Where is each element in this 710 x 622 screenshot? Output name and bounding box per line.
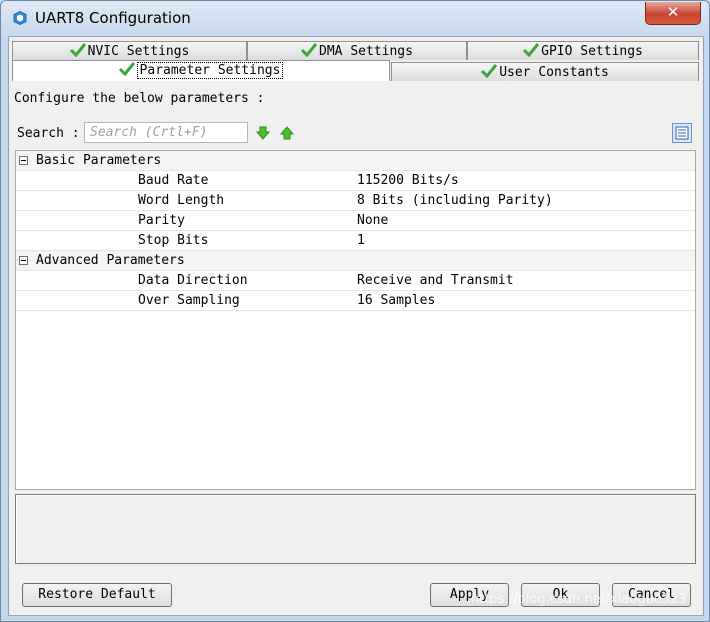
check-icon [523, 43, 540, 57]
restore-default-button[interactable]: Restore Default [22, 583, 172, 607]
table-row[interactable]: Data Direction Receive and Transmit [16, 271, 695, 291]
window-title: UART8 Configuration [35, 9, 191, 27]
list-view-icon [675, 126, 689, 140]
instruction-text: Configure the below parameters : [14, 91, 265, 106]
tab-gpio-settings[interactable]: GPIO Settings [467, 41, 699, 60]
tab-label: User Constants [499, 65, 609, 80]
param-value[interactable]: Receive and Transmit [357, 271, 514, 290]
list-view-button[interactable] [672, 123, 692, 143]
dialog-window: UART8 Configuration ✕ NVIC Settings DMA … [0, 0, 710, 622]
group-label: Advanced Parameters [36, 253, 185, 268]
tab-label: NVIC Settings [87, 44, 190, 59]
arrow-up-icon[interactable] [280, 126, 294, 140]
parameter-table: Basic Parameters Baud Rate 115200 Bits/s… [15, 150, 696, 490]
tab-label: DMA Settings [319, 44, 413, 59]
check-icon [301, 43, 318, 57]
check-icon [481, 64, 498, 78]
check-icon [118, 62, 135, 76]
arrow-down-icon[interactable] [256, 126, 270, 140]
param-value[interactable]: 16 Samples [357, 291, 435, 310]
param-value[interactable]: None [357, 211, 388, 230]
param-value[interactable]: 1 [357, 231, 365, 250]
group-label: Basic Parameters [36, 153, 162, 168]
tab-user-constants[interactable]: User Constants [391, 62, 699, 81]
param-name: Over Sampling [138, 293, 240, 308]
app-cube-icon [13, 11, 27, 25]
search-label: Search : [17, 126, 80, 141]
tab-dma-settings[interactable]: DMA Settings [247, 41, 467, 60]
param-name: Data Direction [138, 273, 248, 288]
table-row[interactable]: Stop Bits 1 [16, 231, 695, 251]
param-name: Word Length [138, 193, 225, 208]
close-button[interactable]: ✕ [645, 2, 701, 25]
table-row[interactable]: Parity None [16, 211, 695, 231]
collapse-icon[interactable] [19, 256, 28, 265]
param-value[interactable]: 115200 Bits/s [357, 171, 459, 190]
tab-nvic-settings[interactable]: NVIC Settings [12, 41, 247, 60]
table-row[interactable]: Word Length 8 Bits (including Parity) [16, 191, 695, 211]
watermark-text: https://blog.csdn.net/xiaoguo323 [471, 592, 687, 607]
param-name: Parity [138, 213, 185, 228]
search-input[interactable] [84, 122, 248, 143]
tab-label: Parameter Settings [136, 62, 284, 79]
table-row[interactable]: Baud Rate 115200 Bits/s [16, 171, 695, 191]
description-panel [15, 494, 696, 564]
dialog-client-area: NVIC Settings DMA Settings GPIO Settings… [8, 36, 704, 616]
param-name: Baud Rate [138, 173, 209, 188]
check-icon [69, 43, 86, 57]
collapse-icon[interactable] [19, 156, 28, 165]
group-row-advanced-parameters[interactable]: Advanced Parameters [16, 251, 695, 271]
tab-parameter-settings[interactable]: Parameter Settings [12, 60, 390, 81]
title-bar[interactable]: UART8 Configuration ✕ [1, 1, 709, 35]
table-row[interactable]: Over Sampling 16 Samples [16, 291, 695, 311]
param-name: Stop Bits [138, 233, 209, 248]
tab-label: GPIO Settings [541, 44, 643, 59]
param-value[interactable]: 8 Bits (including Parity) [357, 191, 553, 210]
group-row-basic-parameters[interactable]: Basic Parameters [16, 151, 695, 171]
